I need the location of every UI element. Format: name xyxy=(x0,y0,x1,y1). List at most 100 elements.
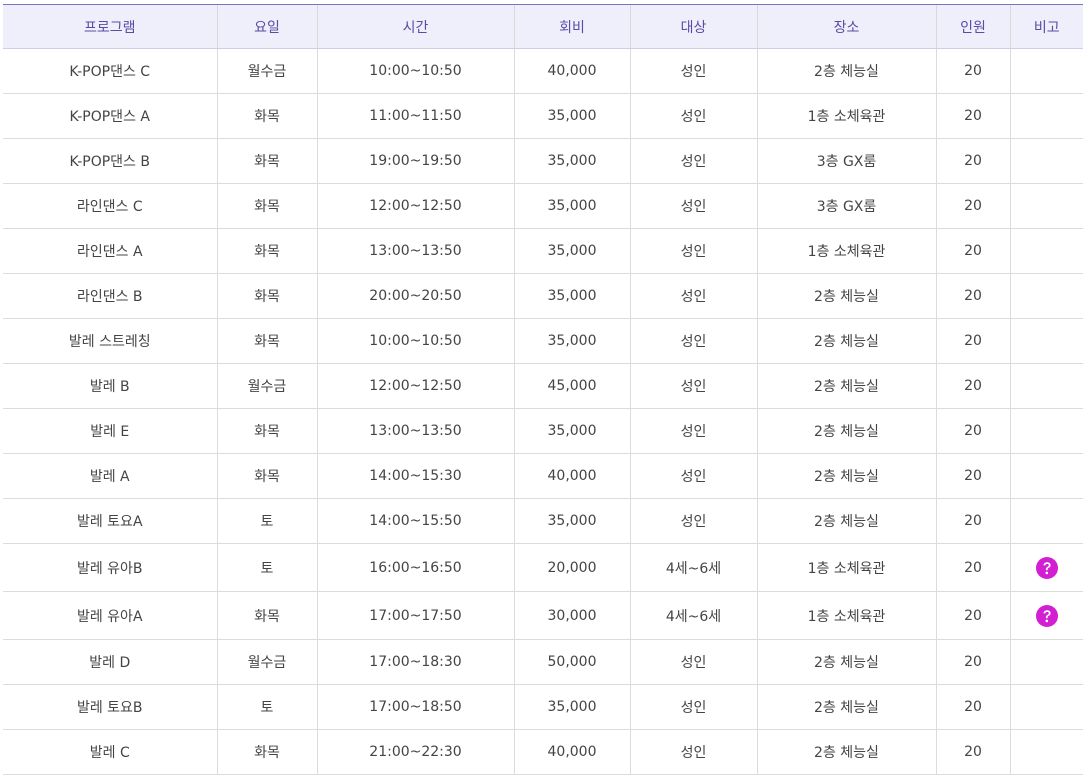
cell-days: 화목 xyxy=(216,408,317,454)
cell-note xyxy=(1009,498,1083,544)
cell-days: 화목 xyxy=(216,729,317,775)
table-row: 라인댄스 C 화목 12:00~12:50 35,000 성인 3층 GX룸 20 xyxy=(3,183,1083,229)
table-row: K-POP댄스 B 화목 19:00~19:50 35,000 성인 3층 GX룸 20 xyxy=(3,138,1083,184)
cell-note xyxy=(1009,729,1083,775)
cell-target: 성인 xyxy=(629,639,757,685)
help-circle-icon[interactable] xyxy=(1035,604,1058,627)
program-schedule-table: 프로그램 요일 시간 회비 대상 장소 인원 비고 K-POP댄스 C 월수금 10… xyxy=(3,4,1083,775)
cell-fee: 35,000 xyxy=(513,498,630,544)
cell-place: 2층 체능실 xyxy=(756,684,936,730)
cell-place: 2층 체능실 xyxy=(756,48,936,94)
cell-time: 12:00~12:50 xyxy=(316,183,514,229)
cell-note xyxy=(1009,48,1083,94)
header-note: 비고 xyxy=(1009,4,1083,49)
cell-place: 2층 체능실 xyxy=(756,453,936,499)
cell-capacity: 20 xyxy=(935,684,1010,730)
header-target: 대상 xyxy=(629,4,757,49)
cell-program: K-POP댄스 C xyxy=(3,48,217,94)
table-row: 발레 E 화목 13:00~13:50 35,000 성인 2층 체능실 20 xyxy=(3,408,1083,454)
cell-days: 화목 xyxy=(216,183,317,229)
cell-place: 2층 체능실 xyxy=(756,318,936,364)
cell-capacity: 20 xyxy=(935,138,1010,184)
cell-time: 17:00~17:50 xyxy=(316,591,514,640)
cell-fee: 35,000 xyxy=(513,273,630,319)
cell-days: 월수금 xyxy=(216,639,317,685)
header-days: 요일 xyxy=(216,4,317,49)
cell-time: 11:00~11:50 xyxy=(316,93,514,139)
cell-program: 발레 D xyxy=(3,639,217,685)
cell-place: 1층 소체육관 xyxy=(756,543,936,592)
cell-days: 화목 xyxy=(216,93,317,139)
cell-target: 성인 xyxy=(629,363,757,409)
table-row: 발레 D 월수금 17:00~18:30 50,000 성인 2층 체능실 20 xyxy=(3,639,1083,685)
table-row: 발레 B 월수금 12:00~12:50 45,000 성인 2층 체능실 20 xyxy=(3,363,1083,409)
cell-fee: 35,000 xyxy=(513,228,630,274)
cell-note xyxy=(1009,639,1083,685)
cell-target: 4세~6세 xyxy=(629,591,757,640)
cell-target: 성인 xyxy=(629,138,757,184)
cell-time: 19:00~19:50 xyxy=(316,138,514,184)
cell-days: 화목 xyxy=(216,228,317,274)
cell-target: 성인 xyxy=(629,453,757,499)
cell-program: 발레 유아B xyxy=(3,543,217,592)
help-circle-icon[interactable] xyxy=(1035,556,1058,579)
cell-program: K-POP댄스 B xyxy=(3,138,217,184)
cell-days: 화목 xyxy=(216,453,317,499)
cell-place: 1층 소체육관 xyxy=(756,591,936,640)
cell-place: 1층 소체육관 xyxy=(756,228,936,274)
cell-target: 성인 xyxy=(629,729,757,775)
cell-note xyxy=(1009,591,1083,640)
cell-time: 21:00~22:30 xyxy=(316,729,514,775)
cell-fee: 35,000 xyxy=(513,93,630,139)
cell-capacity: 20 xyxy=(935,183,1010,229)
cell-time: 20:00~20:50 xyxy=(316,273,514,319)
cell-fee: 45,000 xyxy=(513,363,630,409)
cell-target: 4세~6세 xyxy=(629,543,757,592)
cell-fee: 35,000 xyxy=(513,138,630,184)
cell-capacity: 20 xyxy=(935,363,1010,409)
cell-time: 17:00~18:30 xyxy=(316,639,514,685)
cell-target: 성인 xyxy=(629,183,757,229)
cell-note xyxy=(1009,543,1083,592)
table-row: 라인댄스 B 화목 20:00~20:50 35,000 성인 2층 체능실 20 xyxy=(3,273,1083,319)
cell-capacity: 20 xyxy=(935,273,1010,319)
cell-capacity: 20 xyxy=(935,639,1010,685)
table-row: 발레 A 화목 14:00~15:30 40,000 성인 2층 체능실 20 xyxy=(3,453,1083,499)
cell-program: 발레 토요A xyxy=(3,498,217,544)
cell-place: 3층 GX룸 xyxy=(756,138,936,184)
cell-note xyxy=(1009,93,1083,139)
cell-note xyxy=(1009,453,1083,499)
cell-capacity: 20 xyxy=(935,48,1010,94)
cell-time: 17:00~18:50 xyxy=(316,684,514,730)
cell-capacity: 20 xyxy=(935,408,1010,454)
cell-capacity: 20 xyxy=(935,729,1010,775)
cell-target: 성인 xyxy=(629,228,757,274)
cell-days: 화목 xyxy=(216,273,317,319)
cell-place: 2층 체능실 xyxy=(756,498,936,544)
cell-program: 라인댄스 C xyxy=(3,183,217,229)
table-row: 발레 C 화목 21:00~22:30 40,000 성인 2층 체능실 20 xyxy=(3,729,1083,775)
header-fee: 회비 xyxy=(513,4,630,49)
cell-note xyxy=(1009,183,1083,229)
cell-time: 14:00~15:30 xyxy=(316,453,514,499)
cell-note xyxy=(1009,138,1083,184)
cell-target: 성인 xyxy=(629,408,757,454)
cell-program: 발레 A xyxy=(3,453,217,499)
cell-fee: 35,000 xyxy=(513,318,630,364)
cell-time: 12:00~12:50 xyxy=(316,363,514,409)
table-row: 발레 유아B 토 16:00~16:50 20,000 4세~6세 1층 소체육관 20 xyxy=(3,543,1083,592)
cell-program: 발레 토요B xyxy=(3,684,217,730)
table-row: 발레 스트레칭 화목 10:00~10:50 35,000 성인 2층 체능실 20 xyxy=(3,318,1083,364)
cell-target: 성인 xyxy=(629,498,757,544)
table-row: 발레 토요A 토 14:00~15:50 35,000 성인 2층 체능실 20 xyxy=(3,498,1083,544)
cell-capacity: 20 xyxy=(935,498,1010,544)
cell-place: 2층 체능실 xyxy=(756,729,936,775)
cell-time: 13:00~13:50 xyxy=(316,228,514,274)
cell-target: 성인 xyxy=(629,318,757,364)
cell-fee: 20,000 xyxy=(513,543,630,592)
table-row: 발레 토요B 토 17:00~18:50 35,000 성인 2층 체능실 20 xyxy=(3,684,1083,730)
table-body: K-POP댄스 C 월수금 10:00~10:50 40,000 성인 2층 체능실 20 K… xyxy=(3,48,1083,775)
cell-days: 토 xyxy=(216,684,317,730)
table-row: K-POP댄스 A 화목 11:00~11:50 35,000 성인 1층 소체육관 20 xyxy=(3,93,1083,139)
header-capacity: 인원 xyxy=(935,4,1010,49)
